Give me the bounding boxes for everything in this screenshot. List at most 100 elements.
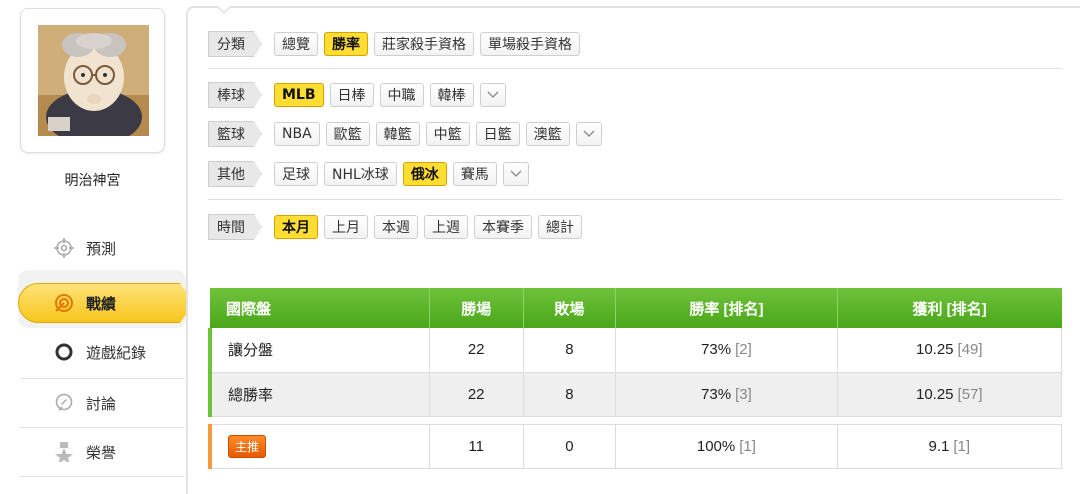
chevron-down-icon — [583, 130, 595, 137]
profit-value: 10.25 — [915, 385, 954, 403]
chip-last-week[interactable]: 上週 — [424, 215, 468, 239]
filter-label-other: 其他 — [208, 161, 262, 187]
filter-label-basketball: 籃球 — [208, 121, 262, 147]
header-win-rate: 勝率 [排名] — [615, 288, 838, 328]
chip-soccer[interactable]: 足球 — [274, 162, 318, 186]
chip-kbo[interactable]: 韓棒 — [429, 83, 474, 107]
row-name: 總勝率 — [207, 372, 430, 417]
chip-banker-killer[interactable]: 莊家殺手資格 — [374, 32, 474, 56]
chip-korea-basketball[interactable]: 韓籃 — [375, 122, 420, 146]
target-icon — [55, 294, 73, 312]
medal-icon — [55, 442, 73, 462]
row-losses: 8 — [523, 372, 617, 417]
menu-item-honor[interactable]: 榮譽 — [20, 430, 185, 474]
chip-horse-racing[interactable]: 賽馬 — [452, 162, 497, 186]
menu-label-honor: 榮譽 — [86, 443, 117, 462]
win-rate-value: 73% — [701, 341, 732, 359]
chip-nhl[interactable]: NHL冰球 — [324, 162, 397, 186]
expand-baseball-button[interactable] — [479, 83, 506, 107]
username: 明治神宮 — [64, 173, 121, 189]
filter-row-other: 其他 足球 NHL冰球 俄冰 賽馬 — [208, 161, 529, 187]
chat-bubble-icon — [55, 393, 73, 411]
header-profit: 獲利 [排名] — [837, 288, 1062, 328]
chip-japan-basketball[interactable]: 日籃 — [475, 122, 520, 146]
menu-item-game-log[interactable]: 遊戲紀錄 — [20, 330, 185, 374]
expand-basketball-button[interactable] — [575, 122, 602, 146]
win-rate-value: 100% — [696, 437, 736, 455]
chip-win-rate[interactable]: 勝率 — [324, 32, 368, 56]
profit-value: 9.1 — [928, 437, 950, 455]
row-profit: 9.1 [1] — [837, 423, 1063, 469]
chip-single-killer[interactable]: 單場殺手資格 — [480, 32, 580, 56]
table-row: 讓分盤 22 8 73% [2] 10.25 [49] — [207, 328, 1063, 373]
menu-label-game-log: 遊戲紀錄 — [86, 343, 147, 362]
win-rate-rank: [3] — [735, 385, 752, 403]
menu-item-record[interactable]: 戰績 — [20, 281, 185, 325]
chip-nba[interactable]: NBA — [274, 122, 320, 146]
chip-mlb[interactable]: MLB — [274, 83, 324, 107]
chip-australia-basketball[interactable]: 澳籃 — [525, 122, 570, 146]
panel-notch — [217, 6, 231, 14]
chip-this-week[interactable]: 本週 — [374, 215, 418, 239]
table-row: 總勝率 22 8 73% [3] 10.25 [57] — [207, 372, 1063, 417]
menu-label-discussion: 討論 — [86, 394, 117, 413]
crosshair-icon — [54, 238, 74, 258]
featured-badge: 主推 — [228, 434, 267, 458]
filter-row-time: 時間 本月 上月 本週 上週 本賽季 總計 — [208, 214, 582, 240]
menu-label-record: 戰績 — [86, 294, 117, 313]
filter-label-time: 時間 — [208, 214, 262, 240]
chip-euro-basketball[interactable]: 歐籃 — [325, 122, 370, 146]
row-wins: 22 — [429, 328, 524, 373]
row-losses: 8 — [523, 328, 617, 373]
profit-value: 10.25 — [915, 341, 954, 359]
win-rate-rank: [2] — [735, 341, 752, 359]
chip-china-basketball[interactable]: 中籃 — [425, 122, 470, 146]
row-win-rate: 73% [2] — [615, 328, 838, 373]
table-header-row: 國際盤 勝場 敗場 勝率 [排名] 獲利 [排名] — [210, 288, 1062, 328]
table-row-featured: 主推 11 0 100% [1] 9.1 [1] — [207, 423, 1063, 469]
row-name: 讓分盤 — [207, 328, 430, 373]
filter-label-baseball: 棒球 — [208, 82, 262, 108]
chip-total[interactable]: 總計 — [538, 215, 582, 239]
circle-icon — [55, 343, 73, 361]
menu-divider — [20, 378, 185, 379]
menu-divider — [20, 476, 185, 477]
profit-rank: [57] — [957, 385, 983, 403]
win-rate-value: 73% — [701, 385, 732, 403]
filter-row-baseball: 棒球 MLB 日棒 中職 韓棒 — [208, 82, 506, 108]
menu-item-predict[interactable]: 預測 — [20, 226, 185, 270]
filter-label-category: 分類 — [208, 31, 262, 57]
win-rate-rank: [1] — [739, 437, 756, 455]
menu-label-predict: 預測 — [86, 239, 117, 258]
avatar — [38, 25, 149, 136]
chip-overview[interactable]: 總覽 — [274, 32, 318, 56]
row-profit: 10.25 [57] — [837, 372, 1063, 417]
filter-row-basketball: 籃球 NBA 歐籃 韓籃 中籃 日籃 澳籃 — [208, 121, 602, 147]
expand-other-button[interactable] — [502, 162, 529, 186]
profit-rank: [49] — [957, 341, 983, 359]
row-name: 主推 — [207, 423, 430, 469]
chip-cpbl[interactable]: 中職 — [379, 83, 424, 107]
row-wins: 22 — [429, 372, 524, 417]
header-wins: 勝場 — [429, 288, 524, 328]
chip-this-month[interactable]: 本月 — [274, 215, 318, 239]
chip-npb[interactable]: 日棒 — [329, 83, 374, 107]
chip-russia-hockey[interactable]: 俄冰 — [402, 162, 447, 186]
divider — [208, 68, 1062, 69]
chevron-down-icon — [487, 91, 498, 98]
stats-table: 國際盤 勝場 敗場 勝率 [排名] 獲利 [排名] 讓分盤 22 8 73% [2… — [207, 288, 1063, 469]
filter-row-category: 分類 總覽 勝率 莊家殺手資格 單場殺手資格 — [208, 31, 580, 57]
chip-this-season[interactable]: 本賽季 — [474, 215, 532, 239]
row-win-rate: 73% [3] — [615, 372, 838, 417]
chevron-down-icon — [510, 170, 522, 177]
header-losses: 敗場 — [523, 288, 617, 328]
table-spacer — [210, 416, 1062, 424]
row-profit: 10.25 [49] — [837, 328, 1063, 373]
row-wins: 11 — [429, 423, 524, 469]
chip-last-month[interactable]: 上月 — [324, 215, 368, 239]
menu-item-discussion[interactable]: 討論 — [20, 381, 185, 425]
row-losses: 0 — [523, 423, 617, 469]
avatar-card — [20, 8, 165, 153]
header-market: 國際盤 — [210, 288, 430, 328]
row-win-rate: 100% [1] — [615, 423, 838, 469]
